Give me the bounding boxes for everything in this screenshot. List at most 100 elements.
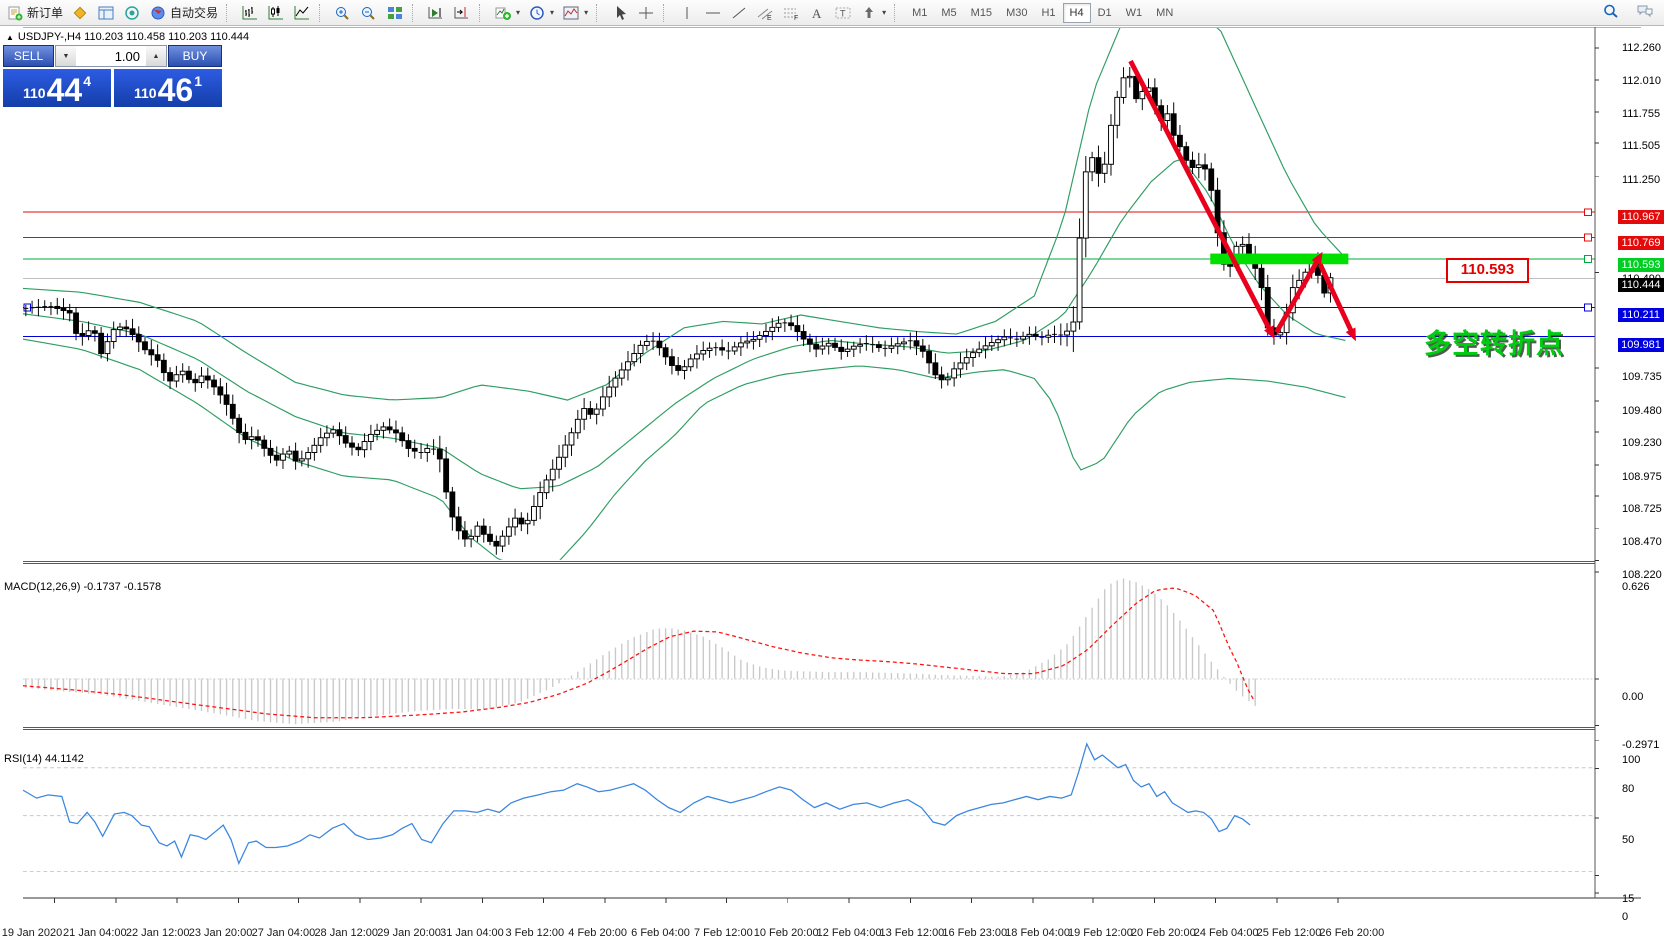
bar-chart-button[interactable] [237,3,263,23]
price-axis-tick: 108.220 [1622,569,1662,581]
timeframe-button-m30[interactable]: M30 [999,3,1034,23]
new-order-button[interactable]: 新订单 [2,2,67,23]
price-axis-badge: 110.211 [1618,308,1664,322]
chart-shift-icon [453,5,471,21]
fibo-icon: F [782,5,800,21]
template-button[interactable]: ▾ [558,3,592,23]
main-toolbar: 新订单自动交易▾▾▾EFAT▾M1M5M15M30H1H4D1W1MN [0,0,1664,26]
crosshair-icon [637,5,655,21]
crosshair-button[interactable] [633,3,659,23]
timeframe-button-h1[interactable]: H1 [1034,3,1062,23]
signal-icon [123,5,141,21]
price-axis-tick: 109.230 [1622,437,1662,449]
cursor-button[interactable] [607,3,633,23]
sell-price-display[interactable]: 110444 [3,69,111,107]
text-label-button[interactable]: T [830,3,856,23]
sell-button[interactable]: SELL [3,45,54,67]
timeframe-button-h4[interactable]: H4 [1063,3,1091,23]
sell-price-main: 44 [47,75,83,105]
chat-button[interactable] [1632,1,1658,21]
line-chart-button[interactable] [289,3,315,23]
zoom-out-button[interactable] [356,3,382,23]
price-axis-tick: 111.250 [1622,174,1660,186]
price-axis-badge: 110.967 [1618,210,1664,224]
chart-canvas[interactable] [0,26,1664,943]
periods-button[interactable]: ▾ [524,3,558,23]
trend-line-button[interactable] [726,3,752,23]
market-watch-button[interactable] [67,3,93,23]
mt4-window: 新订单自动交易▾▾▾EFAT▾M1M5M15M30H1H4D1W1MN ▲USD… [0,0,1664,943]
price-axis-tick: 109.735 [1622,371,1662,383]
search-icon [1602,3,1620,19]
buy-price-display[interactable]: 110461 [114,69,222,107]
text-icon: A [808,5,826,21]
signal-button[interactable] [119,3,145,23]
price-axis-tick: 111.755 [1622,108,1660,120]
arrows-tool-button[interactable]: ▾ [856,3,890,23]
sell-price-sup: 4 [83,73,91,89]
toolbar-separator [894,4,902,22]
arrows-tool-icon [860,5,878,21]
volume-input[interactable] [76,46,146,66]
price-axis-tick: 109.480 [1622,405,1662,417]
candles-layer [23,67,1332,555]
macd-axis-tick: 0.626 [1622,581,1650,593]
zoom-in-button[interactable] [330,3,356,23]
volume-decrease-button[interactable]: ▼ [56,46,76,66]
candle-chart-icon [267,5,285,21]
market-watch-icon [71,5,89,21]
h-line-button[interactable] [700,3,726,23]
toolbar-separator [226,4,234,22]
price-axis-tick: 108.725 [1622,503,1662,515]
rsi-axis-tick: 15 [1622,893,1634,905]
chart-window: ▲USDJPY-,H4 110.203 110.458 110.203 110.… [0,26,1664,943]
tile-windows-button[interactable] [382,3,408,23]
price-axis-tick: 108.975 [1622,471,1662,483]
timeframe-button-m1[interactable]: M1 [905,3,934,23]
chart-shift-button[interactable] [449,3,475,23]
toolbar-separator [412,4,420,22]
price-axis-tick: 112.010 [1622,75,1661,87]
timeframe-button-mn[interactable]: MN [1149,3,1180,23]
trend-arrows[interactable] [1131,61,1356,341]
timeframe-button-d1[interactable]: D1 [1091,3,1119,23]
volume-spinner: ▼ ▲ [55,45,167,67]
channel-icon: E [756,5,774,21]
price-axis-tick: 111.505 [1622,140,1660,152]
date-axis-label[interactable]: 26 Feb 20:00 [1304,927,1400,939]
toolbar-separator [663,4,671,22]
svg-text:E: E [767,15,772,22]
indicator-add-icon [494,5,512,21]
v-line-button[interactable] [674,3,700,23]
autotrade-button[interactable]: 自动交易 [145,2,222,23]
channel-button[interactable]: E [752,3,778,23]
buy-button[interactable]: BUY [168,45,222,67]
rsi-axis-tick: 0 [1622,911,1628,923]
fibo-button[interactable]: F [778,3,804,23]
auto-scroll-button[interactable] [423,3,449,23]
volume-increase-button[interactable]: ▲ [146,46,166,66]
collapse-arrow-icon[interactable]: ▲ [6,33,14,42]
template-icon [562,5,580,21]
horizontal-level-lines[interactable] [23,209,1594,337]
timeframe-button-m15[interactable]: M15 [964,3,999,23]
indicator-add-button[interactable]: ▾ [490,3,524,23]
data-window-button[interactable] [93,3,119,23]
timeframe-button-m5[interactable]: M5 [934,3,963,23]
svg-text:A: A [812,6,822,21]
candle-chart-button[interactable] [263,3,289,23]
one-click-trading-panel: SELL ▼ ▲ BUY 110444 110461 [3,45,222,107]
price-callout-label[interactable]: 110.593 [1446,258,1529,283]
macd-panel-series [23,579,1594,725]
auto-scroll-icon [427,5,445,21]
line-chart-icon [293,5,311,21]
toolbar-separator [596,4,604,22]
zoom-out-icon [360,5,378,21]
timeframe-button-w1[interactable]: W1 [1119,3,1150,23]
panel-borders [23,27,1641,903]
chinese-annotation-text[interactable]: 多空转折点 [1424,322,1564,361]
search-button[interactable] [1598,1,1624,21]
periods-icon [528,5,546,21]
toolbar-separator [479,4,487,22]
text-button[interactable]: A [804,3,830,23]
